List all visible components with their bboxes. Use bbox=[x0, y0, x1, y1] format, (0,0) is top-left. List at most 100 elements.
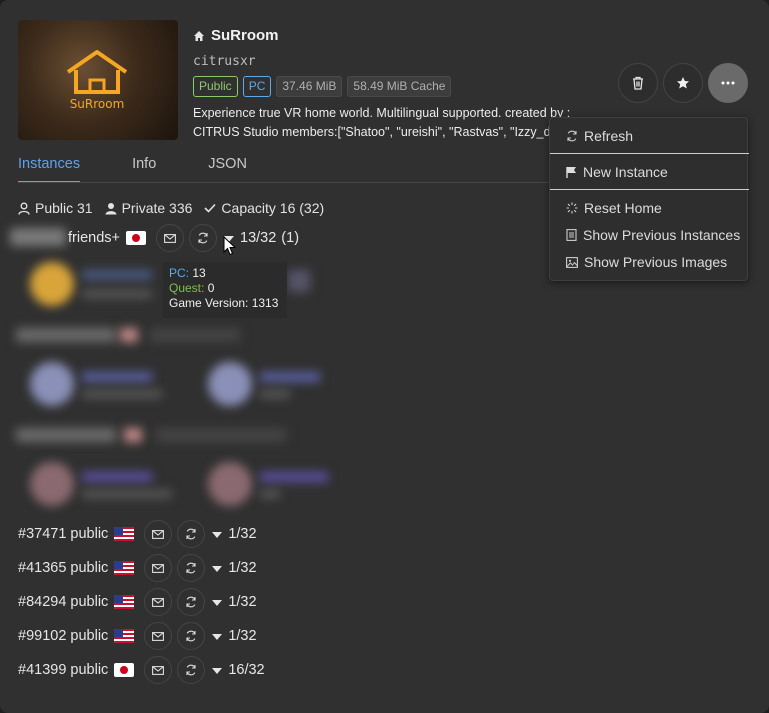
instance-row-friends[interactable]: friends+ 13/32 (1) bbox=[68, 224, 299, 252]
refresh-instance-button[interactable] bbox=[177, 622, 206, 650]
favorite-button[interactable] bbox=[663, 63, 703, 103]
instance-name: #41399 public bbox=[18, 662, 109, 678]
blurred-friend-status bbox=[260, 490, 280, 498]
instance-row[interactable]: #41365 public 1/32 bbox=[18, 554, 257, 582]
user-outline-icon bbox=[18, 202, 30, 215]
flag-us-icon bbox=[114, 629, 135, 643]
stat-public-label: Public 31 bbox=[35, 200, 93, 216]
invite-button[interactable] bbox=[144, 520, 173, 548]
blurred-friend-avatar bbox=[30, 262, 74, 306]
instance-user-count: 1/32 bbox=[228, 526, 257, 542]
envelope-icon bbox=[152, 665, 165, 675]
flag-us-icon bbox=[114, 527, 135, 541]
instance-row[interactable]: #84294 public 1/32 bbox=[18, 588, 257, 616]
world-thumbnail: SuRroom bbox=[18, 20, 178, 140]
instance-row[interactable]: #37471 public 1/32 bbox=[18, 520, 257, 548]
world-author[interactable]: citrusxr bbox=[193, 54, 256, 69]
caret-down-icon[interactable] bbox=[212, 628, 223, 644]
menu-item-previous-instances[interactable]: Show Previous Instances bbox=[550, 222, 749, 248]
document-icon bbox=[566, 229, 577, 241]
world-logo: SuRroom bbox=[66, 50, 128, 110]
refresh-instance-button[interactable] bbox=[189, 224, 217, 252]
instance-row[interactable]: #41399 public 16/32 bbox=[18, 656, 265, 684]
instance-row[interactable]: #99102 public 1/32 bbox=[18, 622, 257, 650]
envelope-icon bbox=[164, 233, 176, 243]
menu-divider bbox=[550, 153, 749, 154]
invite-button[interactable] bbox=[144, 622, 173, 650]
world-title-row: SuRroom bbox=[193, 27, 279, 44]
blurred-buttons bbox=[156, 428, 286, 442]
tooltip-version: Game Version: 1313 bbox=[169, 296, 279, 310]
more-actions-menu: Refresh New Instance Reset Home Show Pre… bbox=[549, 117, 749, 281]
menu-item-refresh[interactable]: Refresh bbox=[550, 123, 749, 149]
user-icon bbox=[105, 202, 117, 214]
flag-icon bbox=[566, 167, 576, 178]
stat-capacity: Capacity 16 (32) bbox=[204, 200, 324, 216]
stat-capacity-label: Capacity 16 (32) bbox=[221, 200, 325, 216]
flag-jp-icon bbox=[126, 231, 146, 245]
menu-item-new-instance[interactable]: New Instance bbox=[550, 159, 749, 185]
blurred-friend-extra bbox=[288, 270, 310, 292]
tab-info[interactable]: Info bbox=[132, 156, 156, 183]
caret-down-icon[interactable] bbox=[212, 560, 223, 576]
invite-button[interactable] bbox=[156, 224, 184, 252]
home-icon bbox=[194, 30, 204, 41]
refresh-instance-button[interactable] bbox=[177, 554, 206, 582]
blurred-instance-row bbox=[16, 328, 116, 342]
caret-down-icon[interactable] bbox=[212, 526, 223, 542]
invite-button[interactable] bbox=[144, 554, 173, 582]
instance-user-count: 1/32 bbox=[228, 594, 257, 610]
invite-button[interactable] bbox=[144, 656, 173, 684]
menu-item-previous-images-label: Show Previous Images bbox=[584, 254, 728, 270]
blurred-friend-name bbox=[82, 372, 152, 382]
world-dialog: SuRroom SuRroom citrusxr Public PC 37.46… bbox=[0, 0, 769, 713]
invite-button[interactable] bbox=[144, 588, 173, 616]
menu-item-reset-home-label: Reset Home bbox=[584, 200, 662, 216]
blurred-instance-row bbox=[16, 428, 116, 442]
star-icon bbox=[677, 77, 689, 89]
instance-name: #99102 public bbox=[18, 628, 109, 644]
instance-stats: Public 31 Private 336 Capacity 16 (32) bbox=[18, 200, 324, 216]
more-actions-button[interactable] bbox=[708, 63, 748, 103]
tab-bar: Instances Info JSON bbox=[18, 156, 299, 183]
world-description: Experience true VR home world. Multiling… bbox=[193, 104, 573, 142]
refresh-instance-button[interactable] bbox=[177, 588, 206, 616]
description-line-2: CITRUS Studio members:["Shatoo", "ureish… bbox=[193, 125, 558, 139]
envelope-icon bbox=[152, 529, 165, 539]
description-line-1: Experience true VR home world. Multiling… bbox=[193, 106, 571, 120]
blurred-flag bbox=[120, 328, 138, 342]
tab-instances[interactable]: Instances bbox=[18, 156, 81, 183]
stat-private: Private 336 bbox=[105, 200, 192, 216]
refresh-instance-button[interactable] bbox=[177, 656, 206, 684]
menu-item-reset-home[interactable]: Reset Home bbox=[550, 195, 749, 221]
blurred-friend-avatar bbox=[30, 462, 74, 506]
world-tags: Public PC 37.46 MiB 58.49 MiB Cache bbox=[193, 76, 452, 97]
caret-down-icon[interactable] bbox=[212, 662, 223, 678]
refresh-icon bbox=[186, 562, 196, 574]
stat-public: Public 31 bbox=[18, 200, 93, 216]
blurred-friend-name bbox=[260, 472, 328, 482]
menu-item-previous-images[interactable]: Show Previous Images bbox=[550, 249, 749, 275]
refresh-icon bbox=[186, 630, 196, 642]
blurred-owner bbox=[10, 228, 66, 246]
menu-item-new-instance-label: New Instance bbox=[583, 164, 668, 180]
tab-json[interactable]: JSON bbox=[208, 156, 247, 183]
instance-friend-count: (1) bbox=[281, 230, 300, 246]
refresh-icon bbox=[198, 232, 208, 244]
blurred-buttons bbox=[150, 328, 240, 342]
blurred-friend-avatar bbox=[208, 362, 252, 406]
tag-cache: 58.49 MiB Cache bbox=[347, 76, 452, 97]
refresh-icon bbox=[567, 130, 577, 142]
instance-name: #41365 public bbox=[18, 560, 109, 576]
delete-cache-button[interactable] bbox=[618, 63, 658, 103]
flag-us-icon bbox=[114, 595, 135, 609]
instance-tooltip: PC: 13 Quest: 0 Game Version: 1313 bbox=[163, 262, 287, 318]
blurred-flag bbox=[124, 428, 142, 442]
caret-down-icon[interactable] bbox=[212, 594, 223, 610]
blurred-friend-avatar bbox=[30, 362, 74, 406]
blurred-friend-name bbox=[82, 270, 152, 280]
blurred-friend-status bbox=[82, 390, 162, 398]
svg-text:SuRroom: SuRroom bbox=[70, 97, 125, 110]
tag-public: Public bbox=[193, 76, 238, 97]
refresh-instance-button[interactable] bbox=[177, 520, 206, 548]
